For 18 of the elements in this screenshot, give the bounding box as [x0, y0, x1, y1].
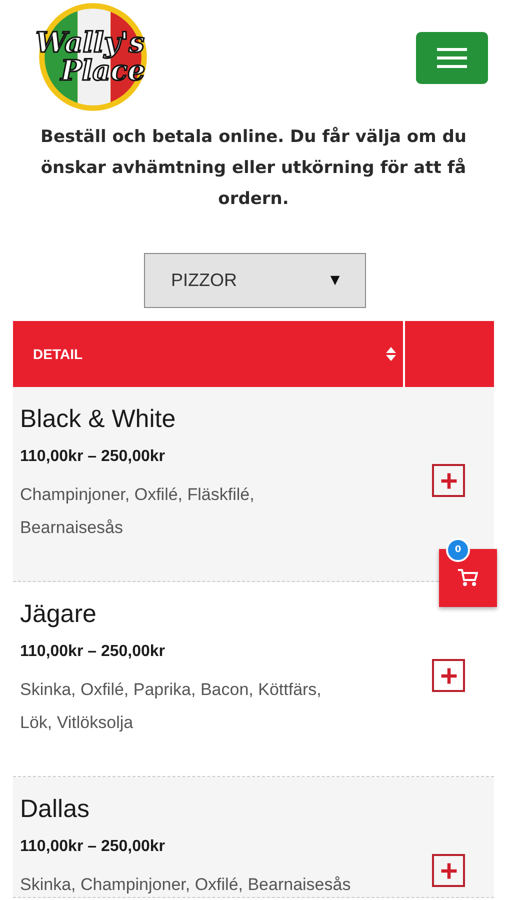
add-button[interactable]	[432, 659, 465, 692]
price-range: 110,00kr – 250,00kr	[20, 643, 166, 661]
product-name: Black & White	[20, 405, 177, 434]
category-dropdown[interactable]: PIZZOR ▼	[144, 253, 366, 308]
add-button[interactable]	[432, 464, 465, 497]
product-name: Dallas	[20, 795, 90, 824]
ingredients-text: Skinka, Oxfilé, Paprika, Bacon, Köttfärs, Lök, Vitlöksolja	[20, 679, 322, 734]
add-button[interactable]	[432, 854, 465, 887]
ingredients-text: Skinka, Champinjoner, Oxfilé, Bearnaisesås	[20, 874, 352, 896]
price-range: 110,00kr – 250,00kr	[20, 448, 166, 466]
cart-icon	[458, 569, 478, 587]
intro-text: Beställ och betala online. Du får välja om du önskar avhämtning eller utkörning för att få ordern.	[40, 126, 468, 211]
menu-button[interactable]	[416, 32, 488, 84]
price-range: 110,00kr – 250,00kr	[20, 838, 166, 856]
product-name: Jägare	[20, 600, 98, 629]
ingredients-text: Champinjoner, Oxfilé, Fläskfilé, Bearnaisesås	[20, 484, 256, 539]
sort-icon	[386, 347, 396, 361]
menu-icon	[437, 47, 467, 69]
